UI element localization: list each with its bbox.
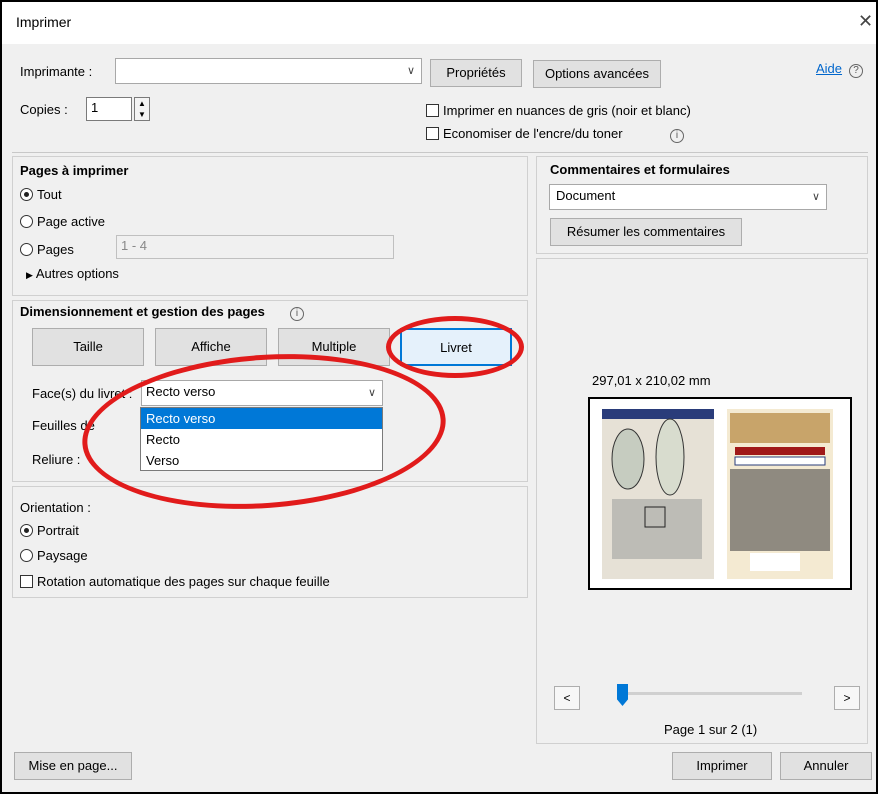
auto-rotate-label: Rotation automatique des pages sur chaqu…: [37, 574, 330, 589]
more-options-label: Autres options: [35, 266, 119, 281]
save-ink-option[interactable]: Economiser de l'encre/du toner: [426, 126, 623, 141]
comments-value: Document: [556, 188, 616, 203]
help-link[interactable]: Aide: [816, 61, 842, 76]
preview-page: [588, 397, 852, 590]
radio-portrait-button[interactable]: [20, 524, 33, 537]
radio-pages[interactable]: Pages: [20, 242, 74, 257]
sizing-title: Dimensionnement et gestion des pages: [20, 304, 265, 319]
divider: [12, 152, 868, 153]
radio-pages-button[interactable]: [20, 243, 33, 256]
size-button[interactable]: Taille: [32, 328, 144, 366]
prev-page-button[interactable]: <: [554, 686, 580, 710]
radio-portrait[interactable]: Portrait: [20, 523, 79, 538]
annotation-circle-booklet: [386, 316, 524, 378]
copies-spinner[interactable]: ▲ ▼: [134, 97, 150, 121]
page-setup-button[interactable]: Mise en page...: [14, 752, 132, 780]
radio-all[interactable]: Tout: [20, 187, 62, 202]
chevron-down-icon: ∨: [406, 65, 415, 77]
chevron-down-icon: ∨: [811, 191, 820, 203]
next-page-button[interactable]: >: [834, 686, 860, 710]
grayscale-option[interactable]: Imprimer en nuances de gris (noir et bla…: [426, 103, 691, 118]
copies-input[interactable]: 1: [86, 97, 132, 121]
binding-label: Reliure :: [32, 452, 81, 467]
orientation-title: Orientation :: [20, 500, 91, 515]
print-button[interactable]: Imprimer: [672, 752, 772, 780]
properties-button[interactable]: Propriétés: [430, 59, 522, 87]
radio-current-label: Page active: [37, 214, 105, 229]
page-info: Page 1 sur 2 (1): [664, 722, 758, 737]
grayscale-checkbox[interactable]: [426, 104, 439, 117]
info-icon[interactable]: i: [290, 304, 304, 321]
radio-landscape-label: Paysage: [37, 548, 88, 563]
page-thumbnail: [602, 409, 833, 579]
save-ink-checkbox[interactable]: [426, 127, 439, 140]
grayscale-label: Imprimer en nuances de gris (noir et bla…: [443, 103, 691, 118]
printer-select[interactable]: ∨: [115, 58, 422, 84]
close-icon[interactable]: ✕: [858, 11, 873, 32]
radio-all-label: Tout: [37, 187, 62, 202]
expand-arrow-icon: ▶: [26, 270, 33, 280]
advanced-options-button[interactable]: Options avancées: [533, 60, 661, 88]
preview-dimensions: 297,01 x 210,02 mm: [592, 373, 711, 388]
radio-pages-label: Pages: [37, 242, 74, 257]
info-icon[interactable]: i: [670, 126, 684, 143]
more-options-toggle[interactable]: ▶ Autres options: [26, 266, 119, 281]
printer-label: Imprimante :: [20, 64, 93, 79]
page-slider-track[interactable]: [622, 692, 802, 695]
auto-rotate-checkbox[interactable]: [20, 575, 33, 588]
help-icon[interactable]: ?: [849, 61, 863, 78]
radio-landscape-button[interactable]: [20, 549, 33, 562]
pages-title: Pages à imprimer: [20, 163, 129, 178]
radio-current-page[interactable]: Page active: [20, 214, 105, 229]
summarize-comments-button[interactable]: Résumer les commentaires: [550, 218, 742, 246]
comments-select[interactable]: Document ∨: [549, 184, 827, 210]
radio-landscape[interactable]: Paysage: [20, 548, 88, 563]
cancel-button[interactable]: Annuler: [780, 752, 872, 780]
save-ink-label: Economiser de l'encre/du toner: [443, 126, 623, 141]
pages-range-input[interactable]: 1 - 4: [116, 235, 394, 259]
radio-all-button[interactable]: [20, 188, 33, 201]
window-title: Imprimer: [16, 14, 72, 30]
copies-label: Copies :: [20, 102, 68, 117]
comments-title: Commentaires et formulaires: [550, 162, 730, 177]
auto-rotate-option[interactable]: Rotation automatique des pages sur chaqu…: [20, 574, 330, 589]
radio-portrait-label: Portrait: [37, 523, 79, 538]
radio-current-button[interactable]: [20, 215, 33, 228]
title-bar: [2, 2, 876, 44]
